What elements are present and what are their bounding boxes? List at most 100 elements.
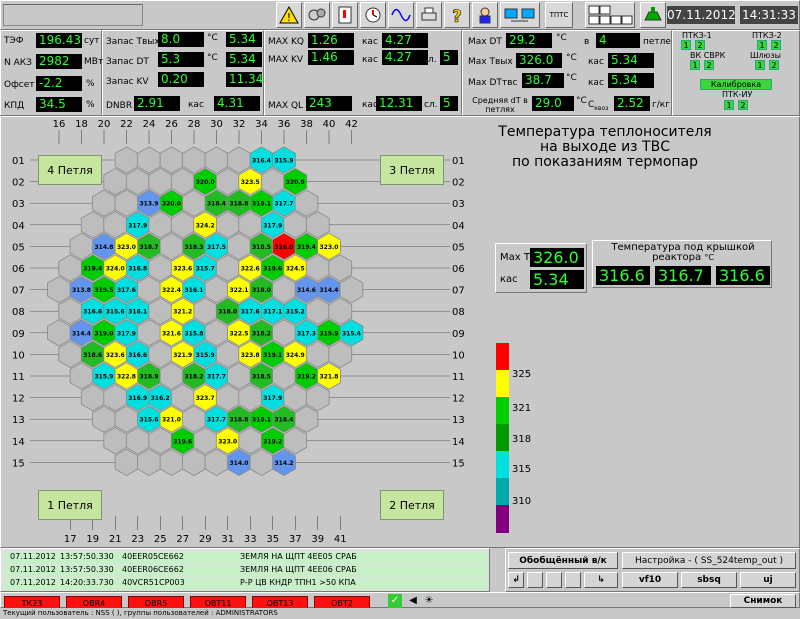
reactor-icon[interactable]: [640, 2, 666, 28]
fuel-assembly-empty[interactable]: [137, 146, 161, 174]
ptkz1-btn-2[interactable]: 2: [695, 40, 705, 50]
checkmark-icon[interactable]: ✓: [388, 594, 402, 608]
printer-icon[interactable]: [416, 2, 442, 28]
fuel-assembly-empty[interactable]: [170, 167, 195, 196]
fuel-assembly-empty[interactable]: [148, 427, 173, 455]
fuel-assembly-empty[interactable]: [159, 362, 184, 390]
loop-2-box[interactable]: 2 Петля: [380, 490, 444, 520]
fuel-assembly-empty[interactable]: [227, 146, 251, 174]
vk-svrk-btn-1[interactable]: 1: [690, 60, 700, 70]
fuel-assembly-empty[interactable]: [238, 211, 263, 239]
loop-3-box[interactable]: 3 Петля: [380, 155, 444, 185]
fuel-assembly-empty[interactable]: [227, 362, 251, 390]
fuel-assembly-empty[interactable]: [283, 383, 308, 412]
fuel-assembly-empty[interactable]: [204, 448, 229, 477]
fuel-assembly-empty[interactable]: [80, 211, 105, 239]
fuel-assembly-empty[interactable]: [159, 448, 184, 477]
nastroyka-button[interactable]: Настройка - ( SS_524temp_out ): [622, 552, 796, 569]
snimok-button[interactable]: Снимок: [730, 594, 796, 608]
uj-button[interactable]: uj: [740, 572, 796, 588]
fuel-assembly-empty[interactable]: [58, 297, 83, 325]
nav-btn-4[interactable]: [565, 572, 581, 588]
loop-4-box[interactable]: 4 Петля: [38, 155, 102, 185]
fuel-assembly-empty[interactable]: [92, 189, 116, 217]
fuel-assembly-empty[interactable]: [114, 189, 139, 217]
fuel-assembly-empty[interactable]: [215, 167, 240, 196]
fuel-assembly-empty[interactable]: [238, 427, 263, 455]
fuel-assembly-empty[interactable]: [103, 383, 128, 412]
fuel-assembly-empty[interactable]: [114, 448, 139, 477]
fuel-assembly-empty[interactable]: [103, 211, 128, 239]
fuel-assembly-empty[interactable]: [249, 448, 274, 477]
fuel-assembly-empty[interactable]: [182, 405, 206, 433]
vf10-button[interactable]: vf10: [622, 572, 678, 588]
ptk-iu-btn-1[interactable]: 1: [724, 100, 734, 110]
fuel-assembly-empty[interactable]: [238, 383, 263, 412]
fuel-assembly-empty[interactable]: [170, 383, 195, 412]
fuel-assembly-empty[interactable]: [170, 211, 195, 239]
fuel-assembly-empty[interactable]: [47, 319, 71, 347]
fuel-assembly-empty[interactable]: [283, 211, 308, 239]
fuel-assembly-empty[interactable]: [148, 297, 173, 325]
fuel-assembly-empty[interactable]: [272, 319, 296, 347]
sbsq-button[interactable]: sbsq: [681, 572, 737, 588]
loop-1-box[interactable]: 1 Петля: [38, 490, 102, 520]
event-row-2[interactable]: 07.11.2012 13:57:50.330 40EER06CE662 ЗЕМЛЯ …: [4, 565, 488, 577]
lamp-icon[interactable]: ☀: [422, 594, 436, 608]
fuel-assembly-empty[interactable]: [305, 297, 330, 325]
fuel-assembly-empty[interactable]: [103, 167, 128, 196]
fuel-assembly-empty[interactable]: [193, 297, 218, 325]
fuel-assembly-empty[interactable]: [69, 362, 94, 390]
fuel-assembly-empty[interactable]: [305, 340, 330, 369]
fuel-assembly-empty[interactable]: [215, 383, 240, 412]
fuel-assembly-empty[interactable]: [272, 362, 296, 390]
nav-btn-3[interactable]: [546, 572, 562, 588]
fuel-assembly-empty[interactable]: [215, 211, 240, 239]
fuel-assembly-empty[interactable]: [339, 275, 364, 304]
fuel-assembly-empty[interactable]: [148, 211, 173, 239]
fuel-assembly-empty[interactable]: [283, 427, 308, 455]
vk-svrk-btn-2[interactable]: 2: [704, 60, 714, 70]
fuel-assembly-empty[interactable]: [125, 427, 150, 455]
fuel-assembly-empty[interactable]: [193, 427, 218, 455]
fuel-assembly-empty[interactable]: [148, 340, 173, 369]
fuel-assembly-empty[interactable]: [227, 232, 251, 261]
fuel-assembly-empty[interactable]: [182, 189, 206, 217]
nav-back-button[interactable]: ↲: [508, 572, 524, 588]
fuel-assembly-empty[interactable]: [148, 254, 173, 282]
fuel-assembly-empty[interactable]: [92, 405, 116, 433]
fuel-assembly-empty[interactable]: [204, 146, 229, 174]
ptkz2-btn-2[interactable]: 2: [771, 40, 781, 50]
ptk-iu-btn-2[interactable]: 2: [738, 100, 748, 110]
fuel-assembly-empty[interactable]: [328, 340, 353, 369]
fuel-assembly-empty[interactable]: [182, 146, 206, 174]
fuel-assembly-empty[interactable]: [328, 297, 353, 325]
fuel-assembly-empty[interactable]: [159, 146, 184, 174]
alarm-list-icon[interactable]: [332, 2, 358, 28]
fuel-assembly-empty[interactable]: [137, 448, 161, 477]
fuel-assembly-empty[interactable]: [294, 189, 319, 217]
sound-icon[interactable]: ◀: [406, 594, 420, 608]
screen-tabs-button[interactable]: [585, 2, 635, 28]
obobshchenny-button[interactable]: Обобщённый в/к: [508, 552, 618, 569]
fuel-assembly-empty[interactable]: [137, 319, 161, 347]
fuel-assembly-empty[interactable]: [260, 167, 285, 196]
event-row-1[interactable]: 07.11.2012 13:57:50.330 40EER05CE662 ЗЕМЛЯ …: [4, 552, 488, 564]
network-icon[interactable]: [500, 2, 540, 28]
fuel-assembly-empty[interactable]: [305, 254, 330, 282]
fuel-assembly-empty[interactable]: [125, 167, 150, 196]
shlyuzy-btn-1[interactable]: 1: [755, 60, 765, 70]
event-row-3[interactable]: 07.11.2012 14:20:33.730 40VCR51CP003 Р-Р ЦВ…: [4, 578, 488, 590]
fuel-assembly-empty[interactable]: [47, 275, 71, 304]
fuel-assembly-empty[interactable]: [114, 146, 139, 174]
warning-icon[interactable]: !: [276, 2, 302, 28]
help-icon[interactable]: ?: [444, 2, 470, 28]
fuel-assembly-empty[interactable]: [137, 275, 161, 304]
ttps-button[interactable]: ТПТС: [545, 2, 573, 28]
fuel-assembly-empty[interactable]: [272, 275, 296, 304]
nav-btn-2[interactable]: [527, 572, 543, 588]
fuel-assembly-empty[interactable]: [80, 383, 105, 412]
fuel-assembly-empty[interactable]: [305, 383, 330, 412]
fuel-assembly-empty[interactable]: [159, 232, 184, 261]
fuel-assembly-empty[interactable]: [305, 211, 330, 239]
